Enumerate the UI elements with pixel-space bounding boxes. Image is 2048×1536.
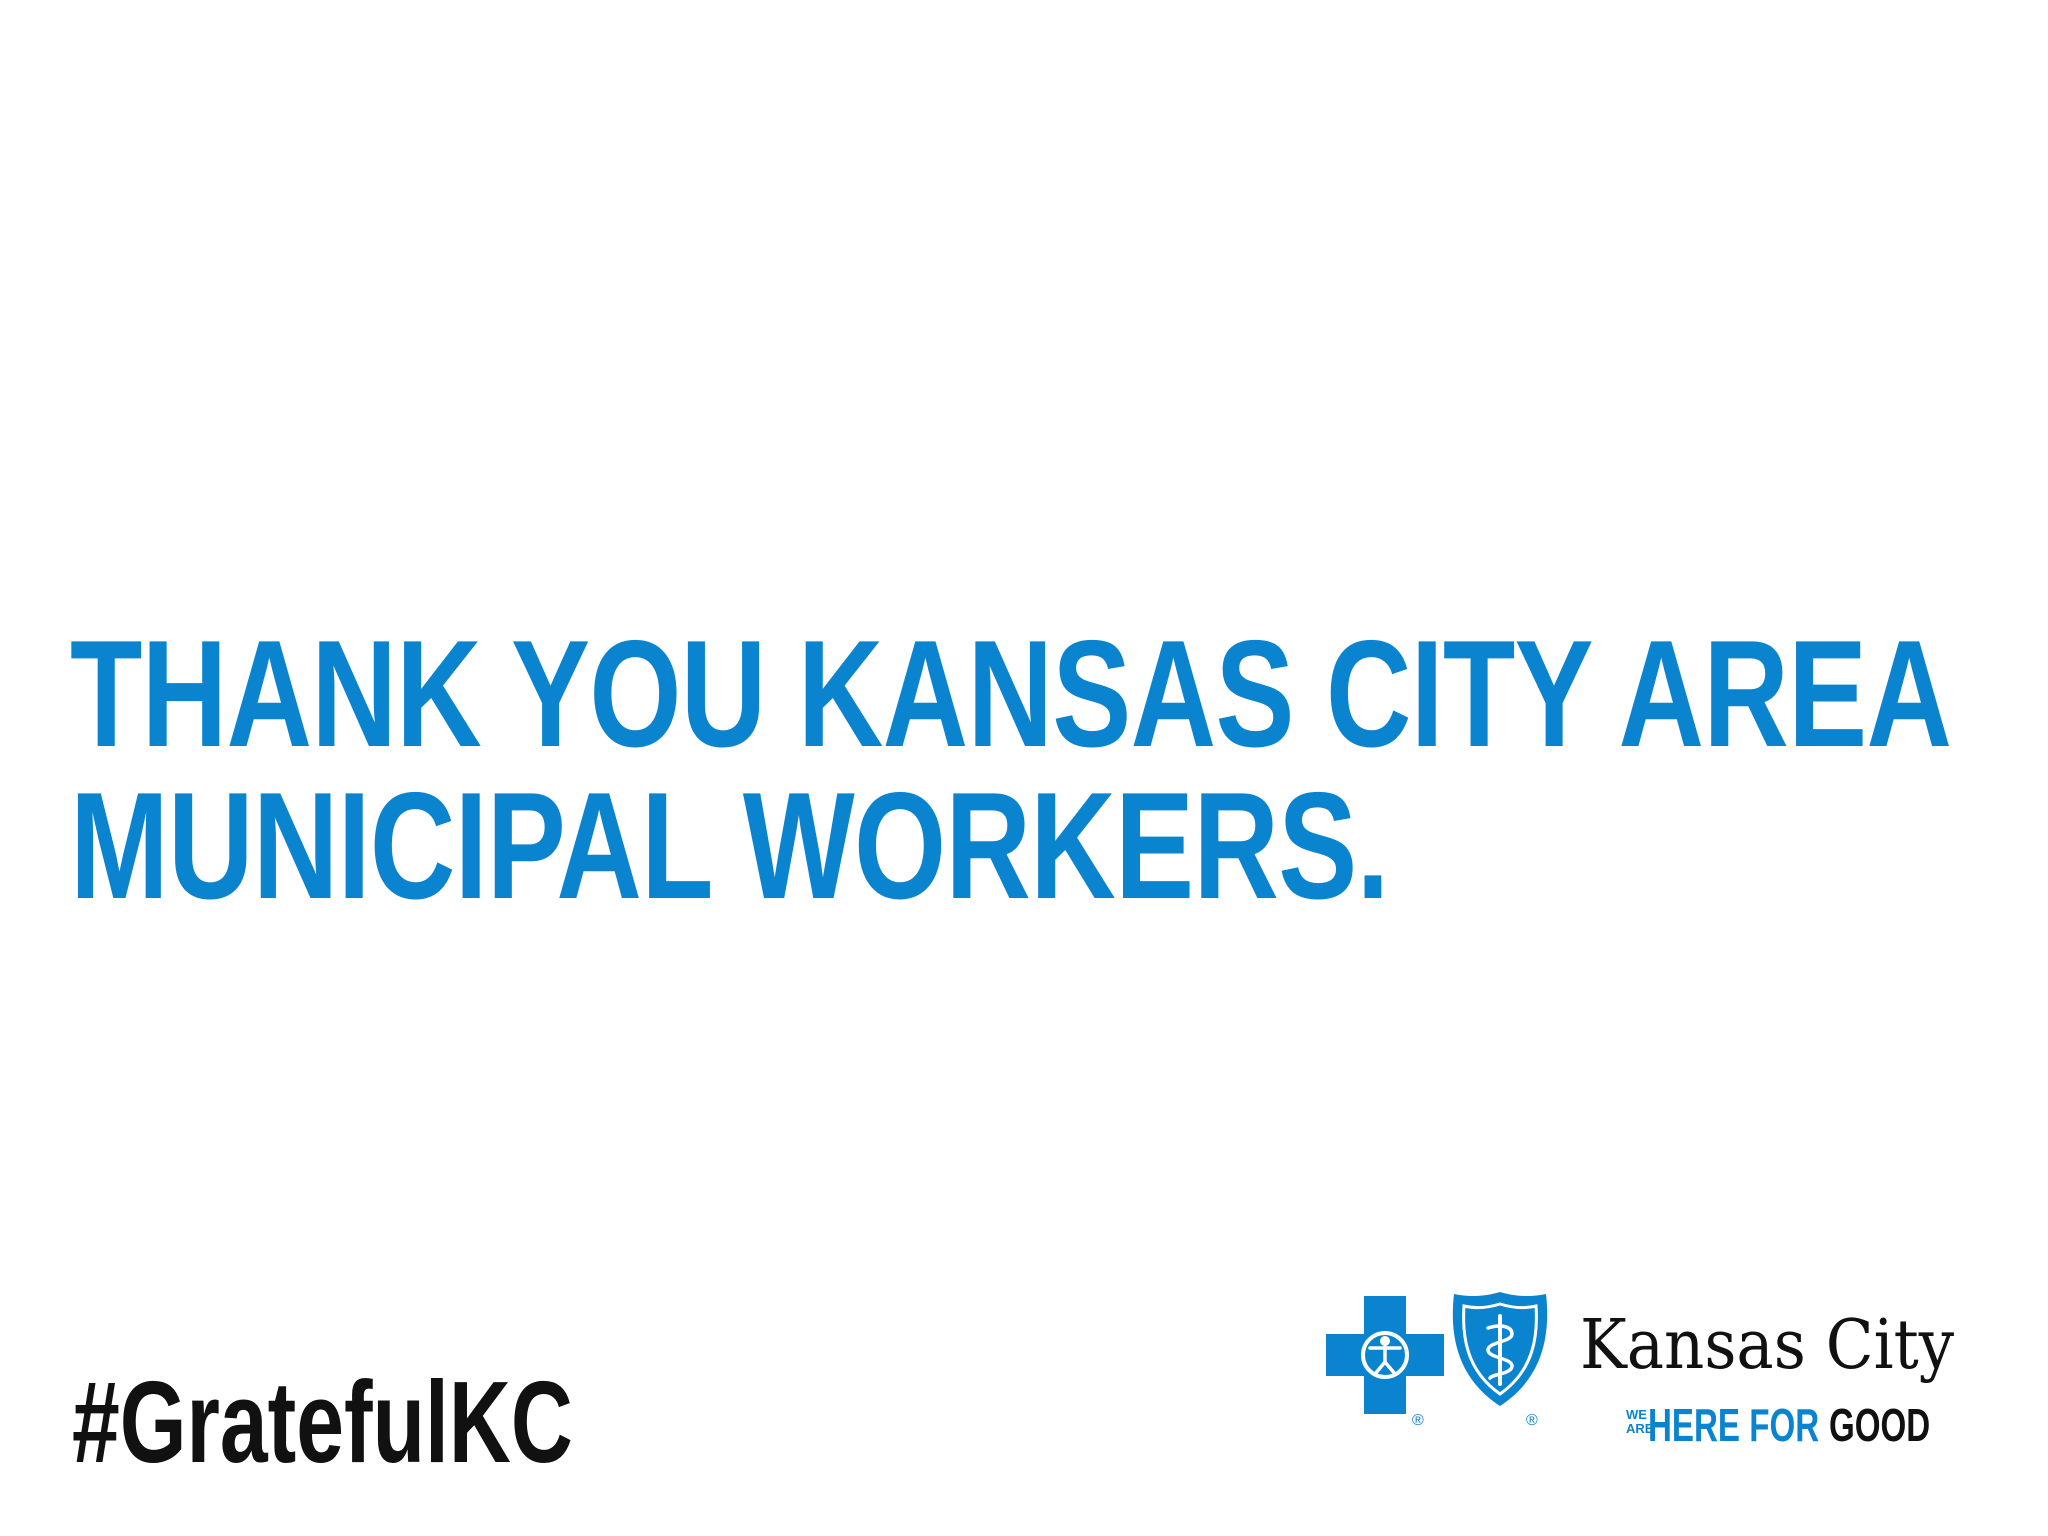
- brand-name: Kansas City: [1580, 1306, 1955, 1385]
- bcbs-kansas-city-logo: ® ® Kansas City WE ARE HERE FOR GOOD: [1326, 1290, 2016, 1470]
- headline-line-2: MUNICIPAL WORKERS.: [70, 761, 1389, 931]
- hashtag: #GratefulKC: [72, 1357, 573, 1487]
- blue-cross-icon: [1326, 1296, 1444, 1414]
- tagline-good: GOOD: [1829, 1399, 1931, 1451]
- tagline-we-are: WE ARE: [1626, 1407, 1654, 1436]
- tagline-are: ARE: [1626, 1421, 1654, 1436]
- tagline-here-for: HERE FOR: [1648, 1399, 1820, 1451]
- headline: THANK YOU KANSAS CITY AREA MUNICIPAL WOR…: [70, 609, 1952, 931]
- headline-line-1: THANK YOU KANSAS CITY AREA: [70, 609, 1952, 779]
- registered-mark: ®: [1526, 1412, 1538, 1429]
- blue-shield-icon: [1452, 1292, 1548, 1406]
- registered-mark: ®: [1412, 1412, 1424, 1429]
- tagline-we: WE: [1626, 1407, 1647, 1422]
- tagline: WE ARE HERE FOR GOOD: [1626, 1402, 1970, 1448]
